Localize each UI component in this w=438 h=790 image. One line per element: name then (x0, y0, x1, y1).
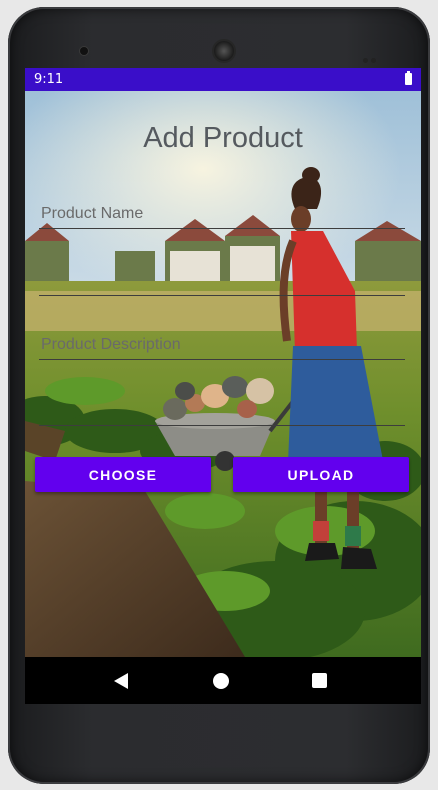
page-title: Add Product (143, 122, 303, 154)
unlabeled-input-2[interactable] (39, 397, 409, 425)
product-name-input[interactable] (39, 200, 409, 228)
front-camera-icon (80, 47, 88, 55)
status-time: 9:11 (34, 72, 64, 87)
add-product-screen: Add Product CHOOSE UPLOAD (25, 91, 421, 657)
unlabeled-input-1[interactable] (39, 267, 409, 295)
device-screen: 9:11 Add Product Product Name Product De… (25, 68, 421, 704)
background-photo (25, 91, 421, 657)
product-name-field[interactable] (39, 200, 409, 229)
status-bar: 9:11 (25, 68, 421, 91)
battery-icon (405, 71, 412, 85)
upload-button[interactable]: UPLOAD (233, 457, 409, 492)
product-description-input[interactable] (39, 331, 409, 359)
choose-button[interactable]: CHOOSE (35, 457, 211, 492)
earpiece-speaker (214, 41, 234, 61)
navigation-bar (25, 657, 421, 704)
product-description-field[interactable] (39, 331, 409, 360)
hidden-field-2[interactable] (39, 397, 409, 426)
recents-icon[interactable] (312, 673, 327, 688)
back-icon[interactable] (114, 673, 128, 689)
proximity-sensor (363, 48, 381, 63)
home-icon[interactable] (213, 673, 229, 689)
hidden-field-1[interactable] (39, 267, 409, 296)
